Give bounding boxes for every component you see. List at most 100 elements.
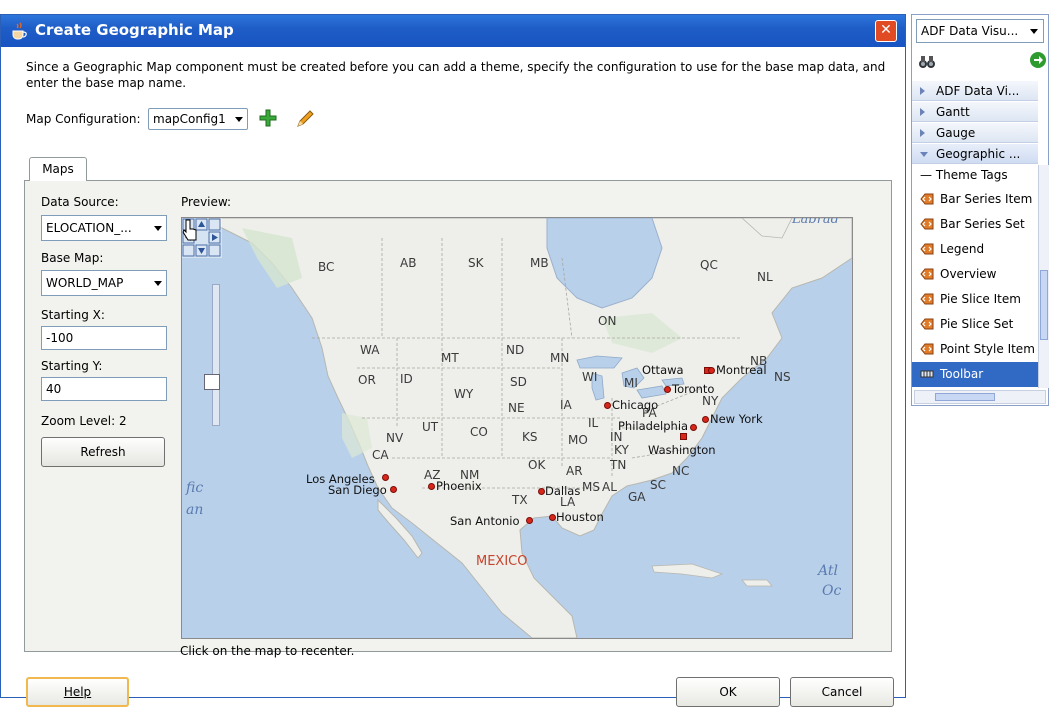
map-configuration-value: mapConfig1 <box>153 112 226 126</box>
help-button[interactable]: Help <box>26 677 129 707</box>
city-marker[interactable] <box>702 416 709 423</box>
map-preview[interactable]: AB SK MB BC QC NL ON WA MT ND MN NB NS O… <box>181 217 853 639</box>
java-cup-icon <box>12 22 27 40</box>
region-label: MN <box>550 351 570 365</box>
palette-item-label: Bar Series Set <box>940 217 1025 231</box>
map-configuration-label: Map Configuration: <box>26 112 141 126</box>
tab-maps-label: Maps <box>42 162 74 176</box>
city-marker[interactable] <box>604 402 611 409</box>
city-marker[interactable] <box>680 433 687 440</box>
title-bar[interactable]: Create Geographic Map ✕ <box>1 15 905 47</box>
region-label: OR <box>358 373 376 387</box>
city-marker[interactable] <box>549 514 556 521</box>
map-hint-text: Click on the map to recenter. <box>180 644 355 658</box>
chevron-down-icon <box>920 152 928 157</box>
starting-y-input[interactable]: 40 <box>41 377 167 401</box>
palette-section-geographic[interactable]: Geographic ... <box>912 144 1038 164</box>
palette-section-label: Gantt <box>936 105 970 119</box>
base-map-value: WORLD_MAP <box>46 276 124 290</box>
region-label: MO <box>568 433 588 447</box>
palette-search-input[interactable] <box>942 50 1024 72</box>
chevron-down-icon <box>1030 29 1038 34</box>
cancel-button[interactable]: Cancel <box>790 677 894 707</box>
map-background <box>182 218 852 638</box>
data-source-label: Data Source: <box>41 195 119 209</box>
palette-page-select[interactable]: ADF Data Visu... <box>916 19 1044 43</box>
region-label: NL <box>757 270 773 284</box>
pencil-icon[interactable] <box>295 109 315 129</box>
palette-item[interactable]: Bar Series Item <box>912 187 1038 212</box>
palette-item[interactable]: Point Style Item <box>912 337 1038 362</box>
palette-item-label: Toolbar <box>940 367 984 381</box>
base-map-label: Base Map: <box>41 251 104 265</box>
city-label: San Diego <box>328 483 387 497</box>
city-label: Toronto <box>672 382 715 396</box>
add-icon[interactable] <box>258 108 278 128</box>
palette-item-label: Point Style Item <box>940 342 1035 356</box>
palette-item-list: — Theme Tags Bar Series Item Bar Series … <box>912 165 1038 388</box>
region-label: TN <box>610 458 627 472</box>
palette-section-gauge[interactable]: Gauge <box>912 123 1038 143</box>
city-marker[interactable] <box>690 424 697 431</box>
palette-vertical-scrollbar[interactable] <box>1038 165 1049 388</box>
refresh-button[interactable]: Refresh <box>41 437 165 467</box>
base-map-select[interactable]: WORLD_MAP <box>41 270 167 296</box>
palette-subheader-label: — <box>920 168 936 182</box>
help-button-label: Help <box>63 685 92 699</box>
region-label: MS <box>582 480 600 494</box>
palette-item[interactable]: Overview <box>912 262 1038 287</box>
palette-item[interactable]: Bar Series Set <box>912 212 1038 237</box>
create-geographic-map-dialog: Create Geographic Map ✕ Since a Geograph… <box>0 14 906 707</box>
zoom-slider-thumb[interactable] <box>204 374 220 390</box>
palette-horizontal-scrollbar[interactable] <box>914 390 1046 404</box>
scrollbar-thumb[interactable] <box>1040 270 1048 340</box>
chevron-down-icon <box>235 117 243 122</box>
data-source-select[interactable]: ELOCATION_... <box>41 215 167 241</box>
city-marker[interactable] <box>382 474 389 481</box>
scrollbar-thumb[interactable] <box>935 393 995 401</box>
starting-x-input[interactable]: -100 <box>41 326 167 350</box>
palette-item[interactable]: Pie Slice Item <box>912 287 1038 312</box>
zoom-slider[interactable] <box>212 284 220 426</box>
country-label: MEXICO <box>476 554 528 569</box>
city-label: Montreal <box>716 363 767 377</box>
palette-section-label: Geographic ... <box>936 147 1021 161</box>
dialog-body: Since a Geographic Map component must be… <box>1 47 905 707</box>
city-marker[interactable] <box>538 488 545 495</box>
palette-item[interactable]: Pie Slice Set <box>912 312 1038 337</box>
palette-item-selected[interactable]: Toolbar <box>912 362 1038 387</box>
palette-section-label: ADF Data Vi... <box>936 84 1020 98</box>
chevron-right-icon <box>920 129 925 137</box>
region-label: SD <box>510 375 527 389</box>
city-marker[interactable] <box>664 386 671 393</box>
city-label: Washington <box>648 443 716 457</box>
palette-item[interactable]: Legend <box>912 237 1038 262</box>
palette-item-label: Pie Slice Item <box>940 292 1021 306</box>
starting-x-label: Starting X: <box>41 308 105 322</box>
region-label: NC <box>672 464 690 478</box>
region-label: NE <box>508 401 525 415</box>
city-marker[interactable] <box>428 483 435 490</box>
starting-y-label: Starting Y: <box>41 359 103 373</box>
dialog-title: Create Geographic Map <box>35 21 234 39</box>
map-configuration-select[interactable]: mapConfig1 <box>148 108 248 130</box>
region-label: Labrad <box>792 217 839 227</box>
go-arrow-icon[interactable] <box>1030 52 1046 68</box>
palette-item-label: Pie Slice Set <box>940 317 1014 331</box>
city-marker[interactable] <box>526 517 533 524</box>
city-marker[interactable] <box>708 367 715 374</box>
city-marker[interactable] <box>390 486 397 493</box>
palette-section-gantt[interactable]: Gantt <box>912 102 1038 122</box>
region-label: TX <box>512 493 528 507</box>
close-button[interactable]: ✕ <box>875 20 897 42</box>
tag-icon <box>920 243 934 255</box>
palette-section-adf[interactable]: ADF Data Vi... <box>912 81 1038 101</box>
ocean-label: Atl <box>818 563 838 579</box>
ok-button[interactable]: OK <box>676 677 780 707</box>
tag-icon <box>920 218 934 230</box>
tab-maps[interactable]: Maps <box>29 157 87 181</box>
tag-icon <box>920 343 934 355</box>
city-label: Dallas <box>545 484 581 498</box>
hand-cursor-icon <box>182 219 197 241</box>
region-label: WA <box>360 343 380 357</box>
